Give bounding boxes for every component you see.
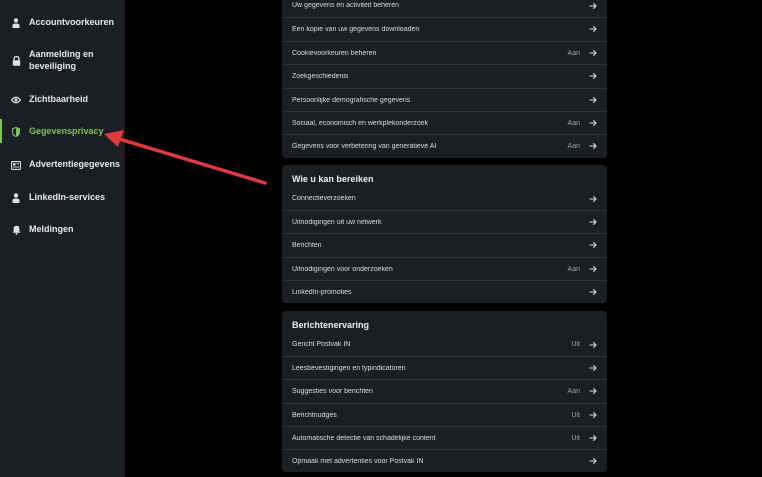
- red-arrow-annotation: [104, 130, 267, 185]
